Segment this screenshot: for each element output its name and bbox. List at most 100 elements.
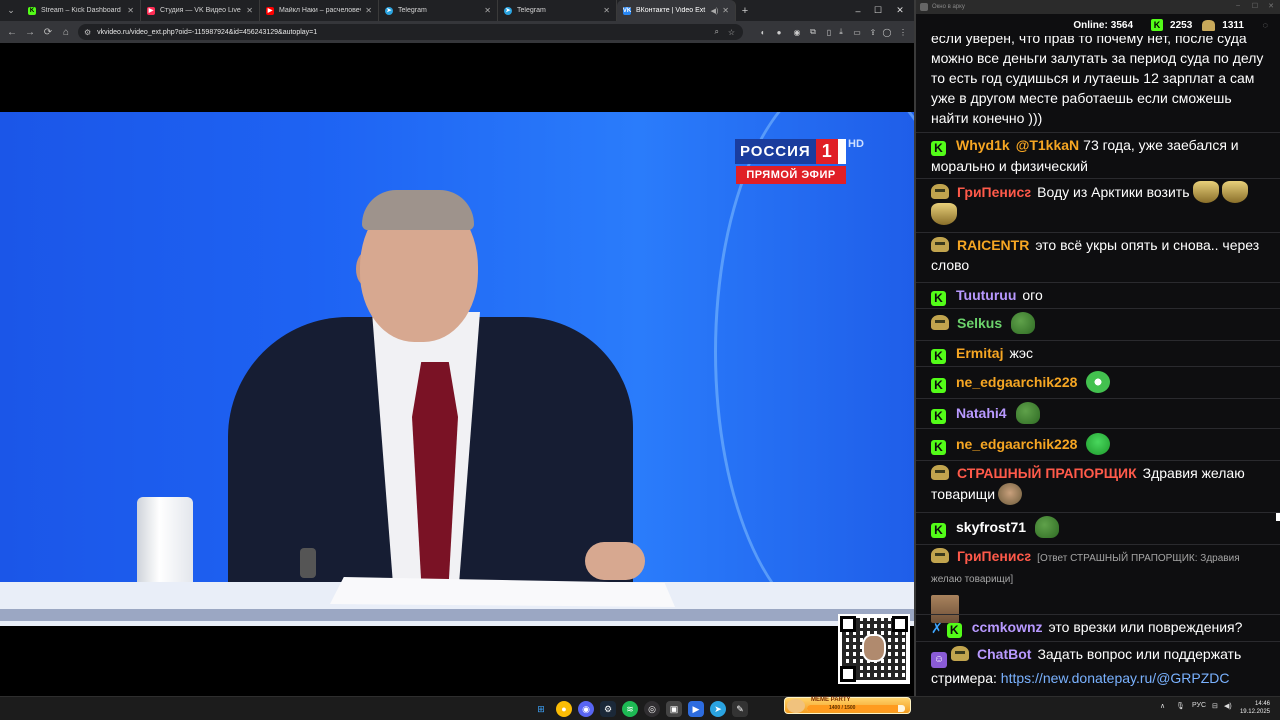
face-emote-icon (998, 483, 1023, 505)
username[interactable]: skyfrost71 (956, 519, 1026, 535)
discord-icon[interactable]: ◉ (578, 701, 594, 717)
browser-toolbar: ← → ⟳ ⌂ ⚙ vkvideo.ru/video_ext.php?oid=-… (0, 21, 914, 43)
eyes-emote-icon (1086, 371, 1111, 393)
username[interactable]: Tuuturuu (956, 287, 1016, 303)
app-icon[interactable]: ✎ (732, 701, 748, 717)
mention[interactable]: @T1kkaN (1016, 137, 1079, 153)
username[interactable]: ne_edgaarchik228 (956, 436, 1077, 452)
forward-arrow-icon[interactable]: → (21, 23, 39, 41)
username[interactable]: Selkus (957, 315, 1002, 331)
address-bar[interactable]: ⚙ vkvideo.ru/video_ext.php?oid=-11598792… (78, 24, 743, 40)
network-icon[interactable]: ⊟ (1212, 702, 1218, 710)
tab-vk-video-live[interactable]: ▶ Студия — VK Видео Live ✕ (141, 0, 260, 21)
clock[interactable]: 14:46 19.12.2025 (1240, 700, 1270, 716)
kick-favicon-icon: K (28, 6, 36, 15)
username[interactable]: Natahi4 (956, 405, 1007, 421)
vk-video-favicon-icon: ▶ (147, 6, 155, 15)
tab-telegram-2[interactable]: ➤ Telegram ✕ (498, 0, 617, 21)
watch-image (300, 548, 316, 578)
audio-playing-icon[interactable]: ◀) (711, 7, 719, 15)
chat-message: Kne_edgaarchik228 (916, 366, 1280, 393)
message-text: Воду из Арктики возить (1037, 184, 1190, 200)
username[interactable]: ГриПенисᴤ (957, 548, 1031, 564)
extensions-puzzle-icon[interactable]: ⧉ (806, 25, 820, 39)
start-windows-icon[interactable]: ⊞ (533, 701, 549, 717)
kick-badge-icon: K (931, 439, 946, 455)
close-window-button[interactable]: ✕ (886, 0, 914, 21)
tab-search-icon[interactable]: ⌄ (0, 0, 22, 21)
bot-face-badge-icon (931, 184, 949, 199)
close-tab-icon[interactable]: ✕ (484, 6, 491, 15)
reload-icon[interactable]: ⟳ (39, 23, 57, 41)
extension-badge-icon[interactable]: ● (772, 25, 786, 39)
kick-badge-icon: K (931, 290, 946, 306)
close-tab-icon[interactable]: ✕ (246, 6, 253, 15)
volume-icon[interactable]: ◀) (1224, 702, 1232, 710)
tab-kick-dashboard[interactable]: K Stream – Kick Dashboard ✕ (22, 0, 141, 21)
close-tab-icon[interactable]: ✕ (365, 6, 372, 15)
spotify-icon[interactable]: ≋ (622, 701, 638, 717)
meme-party-widget[interactable]: MEME PARTY 1400 / 1500 (784, 697, 911, 714)
username[interactable]: RAICENTR (957, 237, 1029, 253)
username[interactable]: ГриПенисᴤ (957, 184, 1031, 200)
tray-chevron-icon[interactable]: ∧ (1160, 702, 1165, 710)
zoom-icon[interactable]: ⌕ (715, 27, 719, 37)
bot-face-badge-icon (931, 315, 949, 330)
chat-message: ГриПенисᴤ Воду из Арктики возить (916, 178, 1280, 225)
steam-icon[interactable]: ⚙ (600, 701, 616, 717)
microphone-icon[interactable]: 🎙 (1176, 702, 1185, 710)
chat-message-list[interactable]: если уверен, что прав то почему нет, пос… (916, 36, 1280, 696)
new-tab-button[interactable]: + (736, 0, 754, 21)
username[interactable]: ne_edgaarchik228 (956, 374, 1077, 390)
clock-date: 19.12.2025 (1239, 709, 1270, 715)
minimize-button[interactable]: – (1236, 2, 1240, 9)
message-text: если уверен, что прав то почему нет, пос… (931, 36, 1264, 126)
bookmark-star-icon[interactable]: ☆ (728, 28, 735, 37)
maximize-button[interactable]: ☐ (1252, 2, 1258, 10)
username[interactable]: ccmkownz (972, 619, 1043, 635)
split-view-icon[interactable]: ▭ (850, 25, 864, 39)
username[interactable]: ChatBot (977, 646, 1031, 662)
back-arrow-icon[interactable]: ← (3, 23, 21, 41)
desk-edge-image (0, 609, 914, 621)
close-tab-icon[interactable]: ✕ (722, 6, 729, 15)
tab-telegram-1[interactable]: ➤ Telegram ✕ (379, 0, 498, 21)
kick-viewer-count: 2253 (1170, 19, 1193, 31)
username[interactable]: Whyd1k (956, 137, 1010, 153)
message-text: жэс (1009, 345, 1033, 361)
telegram-favicon-icon: ➤ (504, 6, 512, 15)
other-viewer-count: 1311 (1222, 19, 1244, 31)
sword-badge-icon: ✗ (931, 620, 943, 636)
meme-party-label: MEME PARTY (811, 697, 851, 703)
close-tab-icon[interactable]: ✕ (603, 6, 610, 15)
home-icon[interactable]: ⌂ (57, 23, 75, 41)
chrome-icon[interactable]: ● (556, 701, 572, 717)
media-player-icon[interactable]: ▶ (688, 701, 704, 717)
extension-icon[interactable]: ◐ (756, 25, 770, 39)
menu-kebab-icon[interactable]: ⋮ (896, 25, 910, 39)
pepe-emote-icon (1011, 312, 1036, 334)
app-icon[interactable]: ▣ (666, 701, 682, 717)
language-indicator[interactable]: РУС (1192, 702, 1206, 709)
close-window-button[interactable]: ✕ (1268, 2, 1274, 10)
telegram-icon[interactable]: ➤ (710, 701, 726, 717)
discord-extension-icon[interactable]: ◉ (790, 25, 804, 39)
username[interactable]: СТРАШНЫЙ ПРАПОРЩИК (957, 465, 1137, 481)
video-player[interactable]: РОССИЯ 1 HD ПРЯМОЙ ЭФИР (0, 112, 914, 626)
username[interactable]: Ermitaj (956, 345, 1003, 361)
donate-link[interactable]: https://new.donatepay.ru/@GRPZDC (1001, 670, 1230, 686)
tab-vk-video-ext[interactable]: VK ВКонтакте | Video Ext ◀) ✕ (617, 0, 736, 21)
obs-icon[interactable]: ◎ (644, 701, 660, 717)
settings-icon[interactable]: ◌ (1263, 20, 1268, 30)
tab-youtube[interactable]: ▶ Майкл Наки – расчеловечива ✕ (260, 0, 379, 21)
share-icon[interactable]: ⇪ (866, 25, 880, 39)
chat-message: ✗ Kccmkownz это врезки или повреждения? (916, 614, 1280, 638)
hd-label: HD (848, 138, 864, 150)
close-tab-icon[interactable]: ✕ (127, 6, 134, 15)
site-info-icon[interactable]: ⚙ (84, 28, 91, 37)
qr-code-image (838, 614, 910, 684)
download-icon[interactable]: ⤓ (834, 25, 848, 39)
kick-badge-icon: K (946, 622, 962, 638)
kick-icon: K (1151, 19, 1164, 31)
profile-icon[interactable]: ◯ (880, 25, 894, 39)
